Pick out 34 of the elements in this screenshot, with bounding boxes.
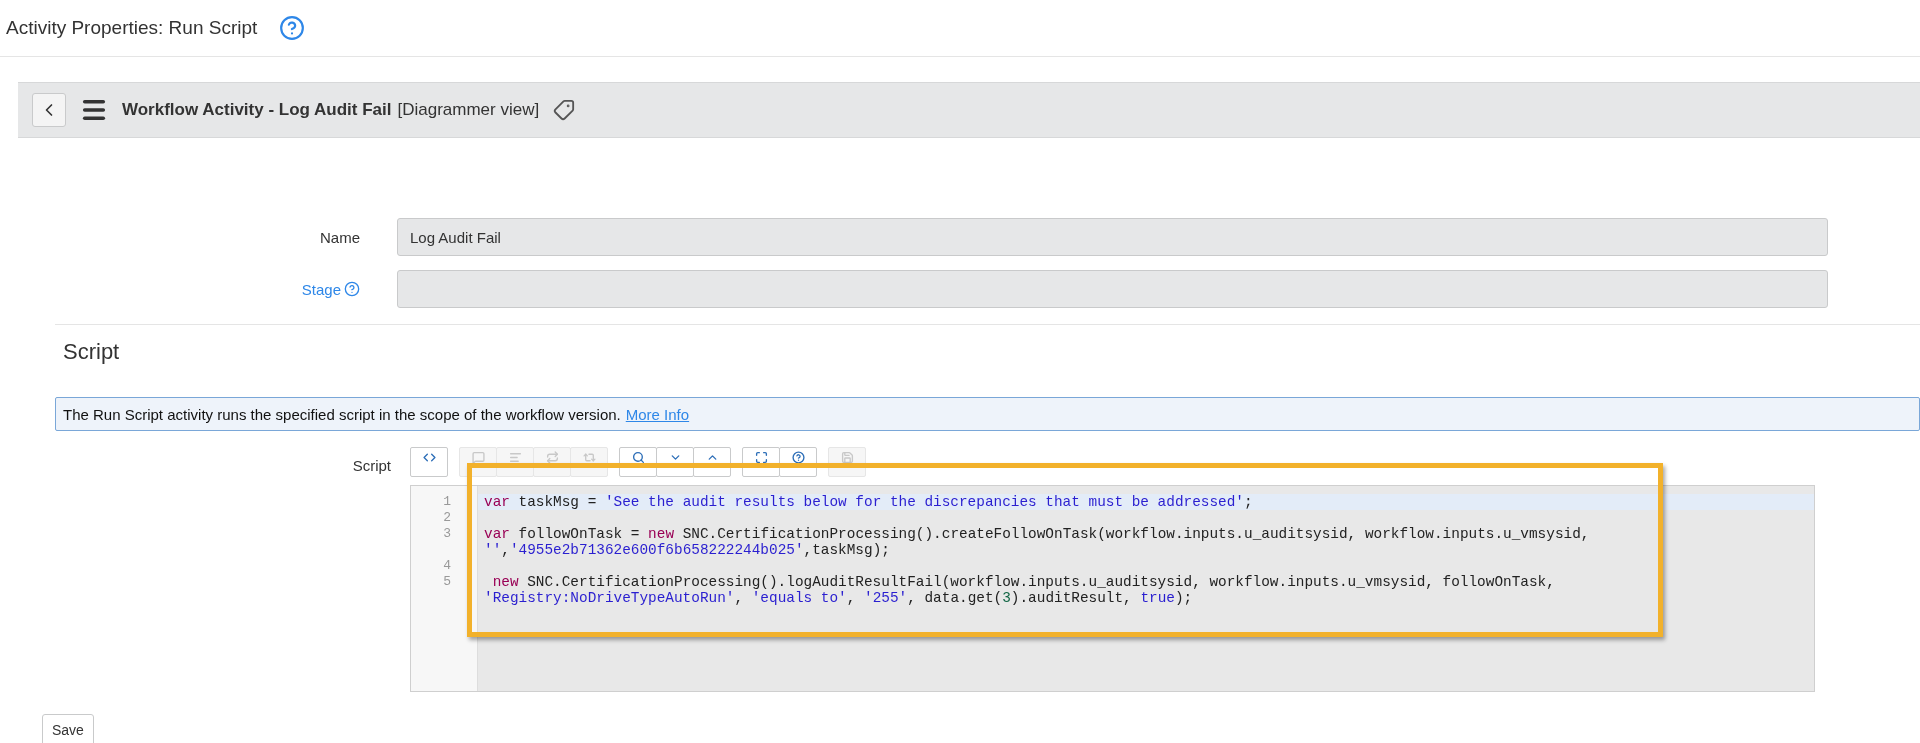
- fullscreen-icon: [754, 451, 768, 464]
- form-title: Workflow Activity - Log Audit Fail: [122, 100, 392, 120]
- field-label: Name: [319, 228, 361, 246]
- code-line: 'Registry:NoDriveTypeAutoRun', 'equals to', '255', data.get(3).auditResult, true);: [483, 590, 1194, 606]
- comment-icon: [471, 451, 485, 464]
- search-icon: [631, 451, 645, 464]
- line-number: 1: [442, 494, 452, 510]
- align-icon: [508, 451, 522, 464]
- repeat-icon: [582, 451, 596, 464]
- section-title: Script: [63, 339, 121, 365]
- view-name: [Diagrammer view]: [397, 100, 540, 120]
- save-button[interactable]: Save: [42, 714, 94, 743]
- field-label: Script: [351, 456, 392, 474]
- help-icon[interactable]: [279, 15, 306, 41]
- save-icon: [840, 451, 854, 464]
- repeat-icon: [545, 451, 559, 464]
- tag-icon[interactable]: [553, 99, 576, 121]
- line-number: 3: [442, 526, 452, 542]
- line-number: 5: [442, 574, 452, 590]
- line-number: 2: [442, 510, 452, 526]
- code-icon: [422, 451, 436, 464]
- code-line: var followOnTask = new SNC.CertificationProcessing().createFollowOnTask(workflow.inputs.u_auditsysid, workflow.inputs.u_vmsysid,: [483, 526, 1591, 542]
- code-line: '','4955e2b71362e600f6b658222244b025',taskMsg);: [483, 542, 891, 558]
- line-number: 4: [442, 558, 452, 574]
- text-field[interactable]: [397, 270, 1828, 308]
- info-text: The Run Script activity runs the specified script in the scope of the workflow version.: [63, 405, 621, 423]
- script-button[interactable]: [410, 447, 448, 477]
- text-field[interactable]: Log Audit Fail: [397, 218, 1828, 256]
- help-icon[interactable]: [344, 281, 360, 297]
- page-title: Activity Properties: Run Script: [6, 17, 258, 39]
- help-icon: [791, 451, 805, 464]
- code-line: new SNC.CertificationProcessing().logAuditResultFail(workflow.inputs.u_auditsysid, workflow.inputs.u_vmsysid, followOnTask,: [491, 574, 1556, 590]
- code-editor[interactable]: [410, 485, 1815, 692]
- field-label-link[interactable]: Stage: [301, 280, 341, 298]
